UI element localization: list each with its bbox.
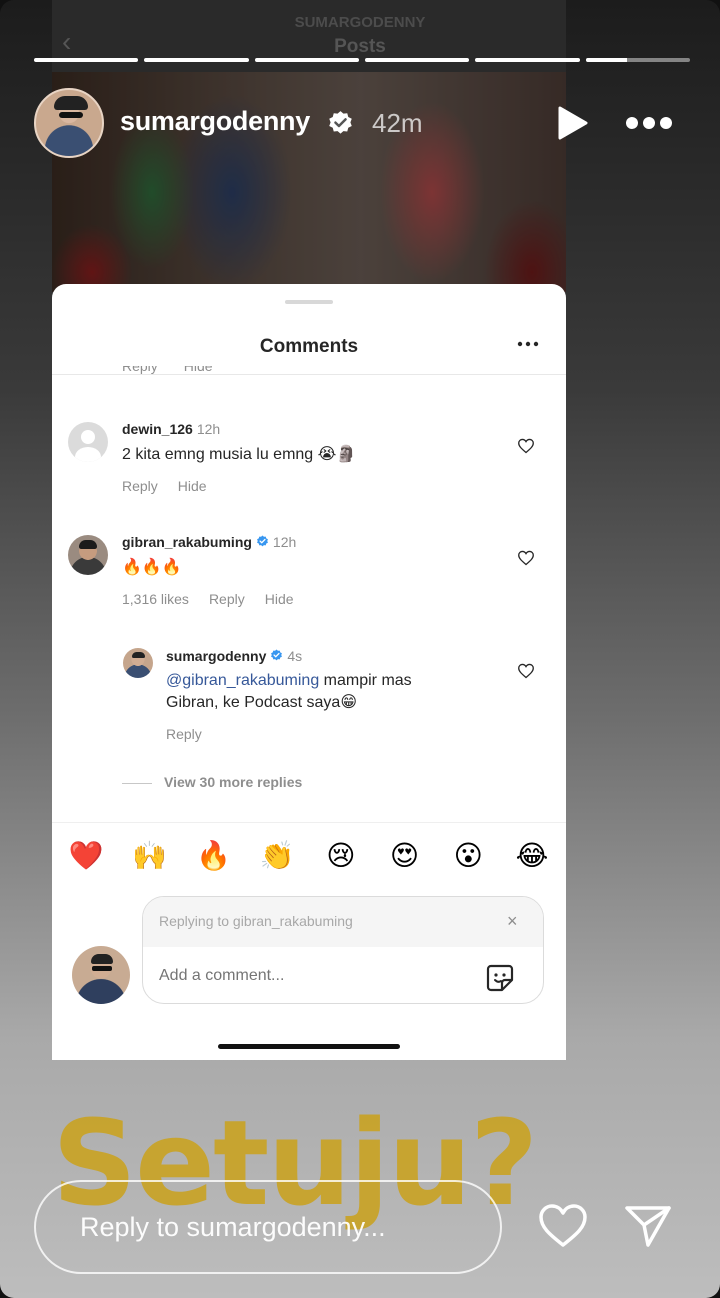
sheet-grabber[interactable]: [285, 300, 333, 304]
replying-to-label: Replying to gibran_rakabuming: [159, 913, 353, 929]
emoji-clap[interactable]: 👏: [257, 838, 297, 874]
comment-input[interactable]: [159, 967, 459, 985]
view-more-replies[interactable]: View 30 more replies: [122, 774, 302, 790]
comment-actions: 1,316 likes Reply Hide: [122, 591, 314, 607]
avatar[interactable]: [68, 422, 108, 462]
story-progress: [34, 58, 690, 62]
comment-text: @gibran_rakabuming mampir mas Gibran, ke…: [166, 672, 412, 711]
progress-segment: [144, 58, 249, 62]
play-icon[interactable]: [556, 106, 588, 140]
sheet-title: Comments: [259, 336, 359, 357]
avatar[interactable]: [123, 648, 153, 678]
emoji-cry[interactable]: 😢: [321, 838, 361, 874]
comment-username[interactable]: gibran_rakabuming 12h: [122, 534, 296, 550]
reply-button[interactable]: Reply: [166, 726, 202, 742]
background-title: Posts: [334, 36, 386, 57]
story-viewer: ‹ SUMARGODENNY Posts sumargodenny 42m Co…: [0, 0, 720, 1298]
reply-button[interactable]: Reply: [209, 591, 245, 607]
progress-segment: [585, 58, 690, 62]
comment-text: 2 kita emng musia lu emng 😭🗿: [122, 446, 357, 463]
background-username: SUMARGODENNY: [294, 14, 426, 31]
verified-icon: [329, 111, 352, 134]
emoji-quick-reactions: ❤️ 🙌 🔥 👏 😢 😍 😮 😂: [66, 838, 552, 874]
emoji-heart-eyes[interactable]: 😍: [385, 838, 425, 874]
more-icon[interactable]: [625, 114, 673, 132]
progress-segment: [34, 58, 139, 62]
likes-count[interactable]: 1,316 likes: [122, 591, 189, 607]
progress-segment: [254, 58, 359, 62]
hide-button[interactable]: Hide: [178, 478, 207, 494]
comments-sheet: Comments Reply Hide dewin_126 12h 2 kita e…: [52, 284, 566, 1060]
divider: [52, 822, 566, 823]
heart-icon[interactable]: [517, 550, 535, 566]
heart-icon[interactable]: [517, 438, 535, 454]
verified-icon: [257, 535, 268, 547]
progress-segment: [475, 58, 580, 62]
comment-time: 12h: [272, 534, 297, 550]
verified-icon: [271, 649, 283, 661]
comment-actions: Reply Hide: [122, 478, 227, 494]
story-username[interactable]: sumargodenny: [120, 106, 310, 137]
comment-username[interactable]: dewin_126 12h: [122, 421, 220, 437]
emoji-surprised[interactable]: 😮: [448, 838, 488, 874]
hide-button[interactable]: Hide: [265, 591, 294, 607]
mention-link[interactable]: @gibran_rakabuming: [166, 672, 319, 689]
comment-time: 4s: [287, 648, 303, 664]
emoji-fire[interactable]: 🔥: [193, 838, 233, 874]
story-reply-input[interactable]: Reply to sumargodenny...: [34, 1180, 502, 1274]
comment-username[interactable]: sumargodenny 4s: [166, 648, 302, 664]
heart-icon[interactable]: [537, 1203, 589, 1249]
home-indicator: [218, 1044, 400, 1049]
post-photo: [52, 72, 566, 292]
clipped-actions: Reply Hide: [122, 366, 213, 374]
reply-button[interactable]: Reply: [122, 478, 158, 494]
heart-icon[interactable]: [517, 663, 535, 679]
reply-placeholder: Reply to sumargodenny...: [80, 1212, 386, 1242]
send-icon[interactable]: [624, 1203, 672, 1249]
progress-segment: [364, 58, 470, 62]
divider: [52, 374, 566, 375]
more-icon[interactable]: [517, 340, 539, 348]
avatar[interactable]: [68, 535, 108, 575]
comment-text: 🔥🔥🔥: [122, 559, 182, 576]
comment-composer: Replying to gibran_rakabuming ×: [142, 896, 544, 1004]
close-icon[interactable]: ×: [507, 911, 518, 932]
story-time: 42m: [372, 108, 423, 138]
sticker-icon[interactable]: [485, 963, 515, 993]
story-avatar[interactable]: [34, 88, 104, 158]
comment-time: 12h: [196, 421, 221, 437]
emoji-heart[interactable]: ❤️: [66, 838, 106, 874]
current-user-avatar: [72, 946, 130, 1004]
emoji-raised-hands[interactable]: 🙌: [130, 838, 170, 874]
comment-actions: Reply: [166, 726, 222, 742]
emoji-laugh[interactable]: 😂: [512, 838, 552, 874]
